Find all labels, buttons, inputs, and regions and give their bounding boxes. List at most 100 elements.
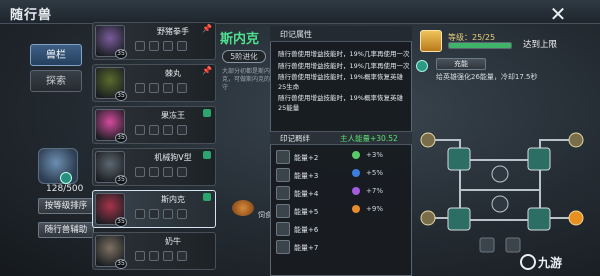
title-bar [0, 0, 600, 24]
equip-slot [149, 167, 159, 177]
beast-level: 35 [115, 217, 127, 227]
bonus-row: +9% [350, 202, 406, 216]
beast-name: 果冻王 [161, 111, 185, 120]
equip-slot [177, 125, 187, 135]
bonus-dot-icon [352, 169, 360, 177]
equip-slot [135, 251, 145, 261]
equip-slot [177, 251, 187, 261]
beast-name: 机械狗V型 [154, 153, 192, 162]
equip-slot [149, 41, 159, 51]
sort-by-level-button[interactable]: 按等级排序 [38, 198, 94, 214]
flask-icon [276, 204, 290, 218]
energy-value: 能量+3 [294, 172, 319, 180]
bonus-list: +3% +5% +7% +9% [350, 148, 406, 218]
watermark-logo-icon [520, 254, 536, 270]
tab-explore[interactable]: 探索 [30, 70, 82, 92]
attribute-line: 随行兽使用增益技能时，19%几率再使用一次 [278, 61, 410, 70]
gem-icon [203, 109, 211, 117]
evolution-badge: 5阶进化 [222, 50, 266, 63]
window-title: 随行兽 [10, 8, 53, 23]
list-item[interactable]: 35 果冻王 [92, 106, 216, 144]
equip-slot [135, 209, 145, 219]
beast-name: 野猪拳手 [157, 27, 189, 36]
close-button[interactable]: ✕ [548, 4, 568, 24]
equip-slot [163, 83, 173, 93]
beast-list[interactable]: 35 野猪拳手 📌 35 棘丸 📌 35 果冻王 35 机械狗V型 35 斯内克 35 奶牛 [92, 22, 216, 276]
energy-row: 能量+5 [276, 204, 348, 218]
beast-assist-button[interactable]: 随行兽辅助 [38, 222, 94, 238]
energy-row: 能量+6 [276, 222, 348, 236]
energy-value: 能量+5 [294, 208, 319, 216]
bonus-value: +7% [366, 187, 383, 195]
list-item[interactable]: 35 野猪拳手 📌 [92, 22, 216, 60]
level-bar-fill [449, 43, 511, 48]
list-item[interactable]: 35 斯内克 [92, 190, 216, 228]
list-item[interactable]: 35 机械狗V型 [92, 148, 216, 186]
bond-label: 印记羁绊 [280, 134, 310, 143]
mark-tree [420, 132, 584, 253]
energy-value: 能量+6 [294, 226, 319, 234]
beast-name: 棘丸 [165, 69, 181, 78]
list-item[interactable]: 35 棘丸 📌 [92, 64, 216, 102]
equip-slot [135, 167, 145, 177]
bonus-value: +9% [366, 205, 383, 213]
charge-button[interactable]: 充能 [436, 58, 486, 70]
bonus-row: +5% [350, 166, 406, 180]
list-item[interactable]: 35 奶牛 [92, 232, 216, 270]
equip-slot [177, 167, 187, 177]
energy-skill-icon [416, 60, 428, 72]
equip-slot [135, 41, 145, 51]
bonus-row: +7% [350, 184, 406, 198]
beast-name: 斯内克 [220, 32, 260, 47]
equip-slot [163, 167, 173, 177]
energy-row: 能量+7 [276, 240, 348, 254]
badge-icon [60, 172, 72, 184]
equip-slot [177, 41, 187, 51]
max-level-text: 达到上限 [523, 40, 558, 50]
pin-icon: 📌 [202, 66, 212, 75]
bonus-value: +5% [366, 169, 383, 177]
equip-slot [149, 83, 159, 93]
equip-slot [135, 125, 145, 135]
beast-name: 奶牛 [165, 237, 181, 246]
beast-count: 128/500 [46, 184, 84, 194]
flask-icon [276, 240, 290, 254]
bonus-row: +3% [350, 148, 406, 162]
equip-slot [163, 251, 173, 261]
tab-beast-pen[interactable]: 兽栏 [30, 44, 82, 66]
bonus-dot-icon [352, 187, 360, 195]
equip-slot [149, 209, 159, 219]
beast-level: 35 [115, 49, 127, 59]
attribute-list: 随行兽使用增益技能时，19%几率再使用一次 随行兽使用增益技能时，19%几率再使… [278, 50, 410, 113]
equip-slot [163, 41, 173, 51]
equip-slot [177, 83, 187, 93]
tree-nodes [420, 132, 584, 253]
skill-chest-icon [420, 30, 442, 52]
flask-icon [276, 168, 290, 182]
beast-name: 斯内克 [161, 195, 185, 204]
flask-icon [276, 150, 290, 164]
bond-value: 主人能量+30.52 [340, 134, 398, 143]
energy-row: 能量+3 [276, 168, 348, 182]
bonus-value: +3% [366, 151, 383, 159]
beast-level: 35 [115, 91, 127, 101]
attribute-line: 随行兽使用增益技能时，19%概率恢复英雄25能量 [278, 94, 403, 112]
beast-storage-icon [38, 148, 78, 184]
equip-slot [149, 251, 159, 261]
equip-slot [163, 209, 173, 219]
energy-value: 能量+2 [294, 154, 319, 162]
charge-reward-text: 给英雄强化26能量，冷却17.5秒 [436, 73, 538, 81]
beast-description: 大部分初都是斯内克，可做斯内克的守 [222, 68, 271, 91]
flask-icon [276, 222, 290, 236]
equip-slot [149, 125, 159, 135]
energy-row: 能量+4 [276, 186, 348, 200]
beast-level: 35 [115, 133, 127, 143]
gem-icon [203, 151, 211, 159]
energy-row: 能量+2 [276, 150, 348, 164]
beast-level: 35 [115, 259, 127, 269]
pin-icon: 📌 [202, 24, 212, 33]
food-icon[interactable] [232, 200, 254, 216]
energy-value: 能量+7 [294, 244, 319, 252]
attribute-line: 随行兽使用增益技能时，19%几率再使用一次 [278, 50, 410, 58]
gem-icon [203, 193, 211, 201]
